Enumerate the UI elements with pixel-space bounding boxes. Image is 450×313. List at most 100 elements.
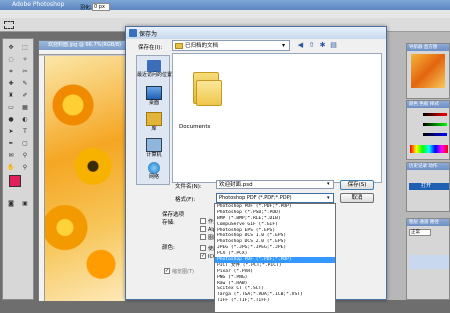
store-label: 存储:: [162, 220, 175, 226]
history-brush-icon[interactable]: ✐: [19, 91, 31, 100]
folder-icon: [193, 70, 223, 108]
healing-brush-icon[interactable]: ✚: [5, 79, 17, 88]
crop-icon[interactable]: ⌗: [5, 67, 17, 76]
desktop-icon: [146, 86, 162, 100]
hand-icon[interactable]: ✋: [5, 163, 17, 172]
filename-label: 文件名(N):: [175, 184, 202, 190]
navigator-thumbnail[interactable]: [411, 54, 445, 88]
documents-folder-item[interactable]: [183, 62, 222, 122]
flower-photo-canvas[interactable]: [45, 56, 125, 301]
photoshop-title-bar: [0, 0, 450, 10]
pen-icon[interactable]: ✒: [5, 139, 17, 148]
path-select-icon[interactable]: ➤: [5, 127, 17, 136]
libraries-icon: [146, 112, 162, 126]
thumbnail-checkbox[interactable]: ✓: [164, 268, 170, 274]
dialog-title: 保存为: [139, 31, 158, 38]
dialog-title-bar: [126, 27, 386, 39]
toolbox: ✥ ⬚ ◌ ✧ ⌗ ✂ ✚ ✎ ♜ ✐ ▭ ▦ ● ◐ ➤ T ✒ ▢ ✉ ⚲ …: [2, 38, 34, 300]
lasso-icon[interactable]: ◌: [5, 55, 17, 64]
brush-icon[interactable]: ✎: [19, 79, 31, 88]
documents-folder-label[interactable]: Documents: [179, 124, 210, 130]
marquee-icon[interactable]: ⬚: [19, 43, 31, 52]
color-label: 颜色:: [162, 245, 175, 251]
alpha-channels-checkbox[interactable]: [200, 226, 206, 232]
gradient-icon[interactable]: ▦: [19, 103, 31, 112]
format-label: 格式(F):: [175, 197, 196, 203]
place-computer[interactable]: 计算机: [137, 136, 171, 160]
clone-stamp-icon[interactable]: ♜: [5, 91, 17, 100]
chevron-down-icon[interactable]: ▾: [327, 181, 330, 187]
eraser-icon[interactable]: ▭: [5, 103, 17, 112]
as-copy-checkbox[interactable]: [200, 218, 206, 224]
computer-icon: [146, 138, 162, 152]
blend-mode-select[interactable]: 正常: [409, 229, 431, 236]
network-icon: [148, 162, 160, 174]
slice-icon[interactable]: ✂: [19, 67, 31, 76]
type-icon[interactable]: T: [19, 127, 31, 136]
save-in-select[interactable]: 已归档的文档: [172, 40, 290, 51]
chevron-down-icon[interactable]: ▾: [282, 42, 285, 49]
foreground-color-swatch[interactable]: [9, 175, 21, 187]
recent-places-icon: [147, 60, 161, 72]
place-label: 最近访问的位置: [137, 72, 173, 78]
feather-label: 羽化:: [80, 5, 92, 11]
move-tool-icon[interactable]: ✥: [5, 43, 17, 52]
place-desktop[interactable]: 桌面: [137, 84, 171, 108]
blue-slider[interactable]: [423, 133, 447, 136]
file-list[interactable]: Documents: [172, 53, 382, 183]
document-title: 欢迎封面.jpg @ 66.7%(RGB/8): [39, 41, 125, 50]
layers-panel: 图层 通道 路径 正常: [406, 218, 450, 300]
document-window: 欢迎封面.jpg @ 66.7%(RGB/8): [38, 40, 126, 301]
chevron-down-icon[interactable]: ▾: [327, 195, 330, 201]
use-proof-setup-checkbox[interactable]: [200, 245, 206, 251]
thumbnail-label: 缩览图(T): [172, 269, 194, 275]
ruler: [39, 50, 125, 55]
photoshop-menu-bar: [0, 10, 450, 18]
places-bar: 最近访问的位置 桌面 库 计算机 网络: [136, 55, 173, 185]
format-dropdown-list[interactable]: Photoshop PDF (*.PDF;*.PDP) Photoshop (*.…: [214, 203, 336, 313]
place-label: 桌面: [148, 100, 159, 106]
place-network[interactable]: 网络: [137, 160, 171, 184]
navigator-panel: 导航器 直方图: [406, 43, 450, 99]
marquee-tool-icon[interactable]: [4, 21, 14, 29]
photoshop-title: Adobe Photoshop: [12, 1, 65, 8]
save-button[interactable]: 保存(S): [340, 180, 374, 190]
history-item[interactable]: 打开: [409, 183, 449, 190]
blur-icon[interactable]: ●: [5, 115, 17, 124]
view-menu-icon[interactable]: ▤: [329, 41, 338, 50]
new-folder-icon[interactable]: ✱: [318, 41, 327, 50]
red-slider[interactable]: [423, 113, 447, 116]
shape-icon[interactable]: ▢: [19, 139, 31, 148]
cancel-button[interactable]: 取消: [340, 193, 374, 203]
dodge-icon[interactable]: ◐: [19, 115, 31, 124]
color-ramp[interactable]: [410, 145, 448, 153]
layers-panel-title[interactable]: 图层 通道 路径: [407, 219, 449, 226]
feather-input[interactable]: 0 px: [92, 3, 110, 11]
zoom-icon[interactable]: ⚲: [19, 163, 31, 172]
place-recent[interactable]: 最近访问的位置: [137, 58, 173, 82]
screen-mode-icon[interactable]: ▣: [19, 199, 31, 208]
notes-icon[interactable]: ✉: [5, 151, 17, 160]
color-panel-title[interactable]: 颜色 色板 样式: [407, 101, 449, 108]
navigator-panel-title[interactable]: 导航器 直方图: [407, 44, 449, 51]
history-panel-title[interactable]: 历史记录 动作: [407, 163, 449, 170]
layer-row[interactable]: [409, 255, 449, 269]
format-option[interactable]: TIFF (*.TIF;*.TIFF): [215, 298, 335, 304]
layers-checkbox[interactable]: [200, 234, 206, 240]
up-folder-icon[interactable]: ⇧: [307, 41, 316, 50]
back-icon[interactable]: ◀: [296, 41, 305, 50]
eyedropper-icon[interactable]: ⚲: [19, 151, 31, 160]
photoshop-app-icon: [129, 29, 137, 37]
icc-profile-checkbox[interactable]: ✓: [200, 253, 206, 259]
place-libraries[interactable]: 库: [137, 110, 171, 134]
green-slider[interactable]: [423, 123, 447, 126]
color-panel: 颜色 色板 样式: [406, 100, 450, 160]
save-options-label: 保存选项: [162, 212, 185, 218]
magic-wand-icon[interactable]: ✧: [19, 55, 31, 64]
format-select[interactable]: Photoshop PDF (*.PDF;*.PDP): [216, 193, 334, 203]
place-label: 库: [151, 126, 157, 132]
filename-input[interactable]: 欢迎封面.psd: [216, 180, 334, 189]
save-as-dialog: 保存为 保存在(I): 已归档的文档 ▾ ◀ ⇧ ✱ ▤ 最近访问的位置 桌面 …: [125, 26, 387, 313]
save-in-label: 保存在(I):: [138, 45, 163, 51]
quick-mask-icon[interactable]: ◙: [5, 199, 17, 208]
